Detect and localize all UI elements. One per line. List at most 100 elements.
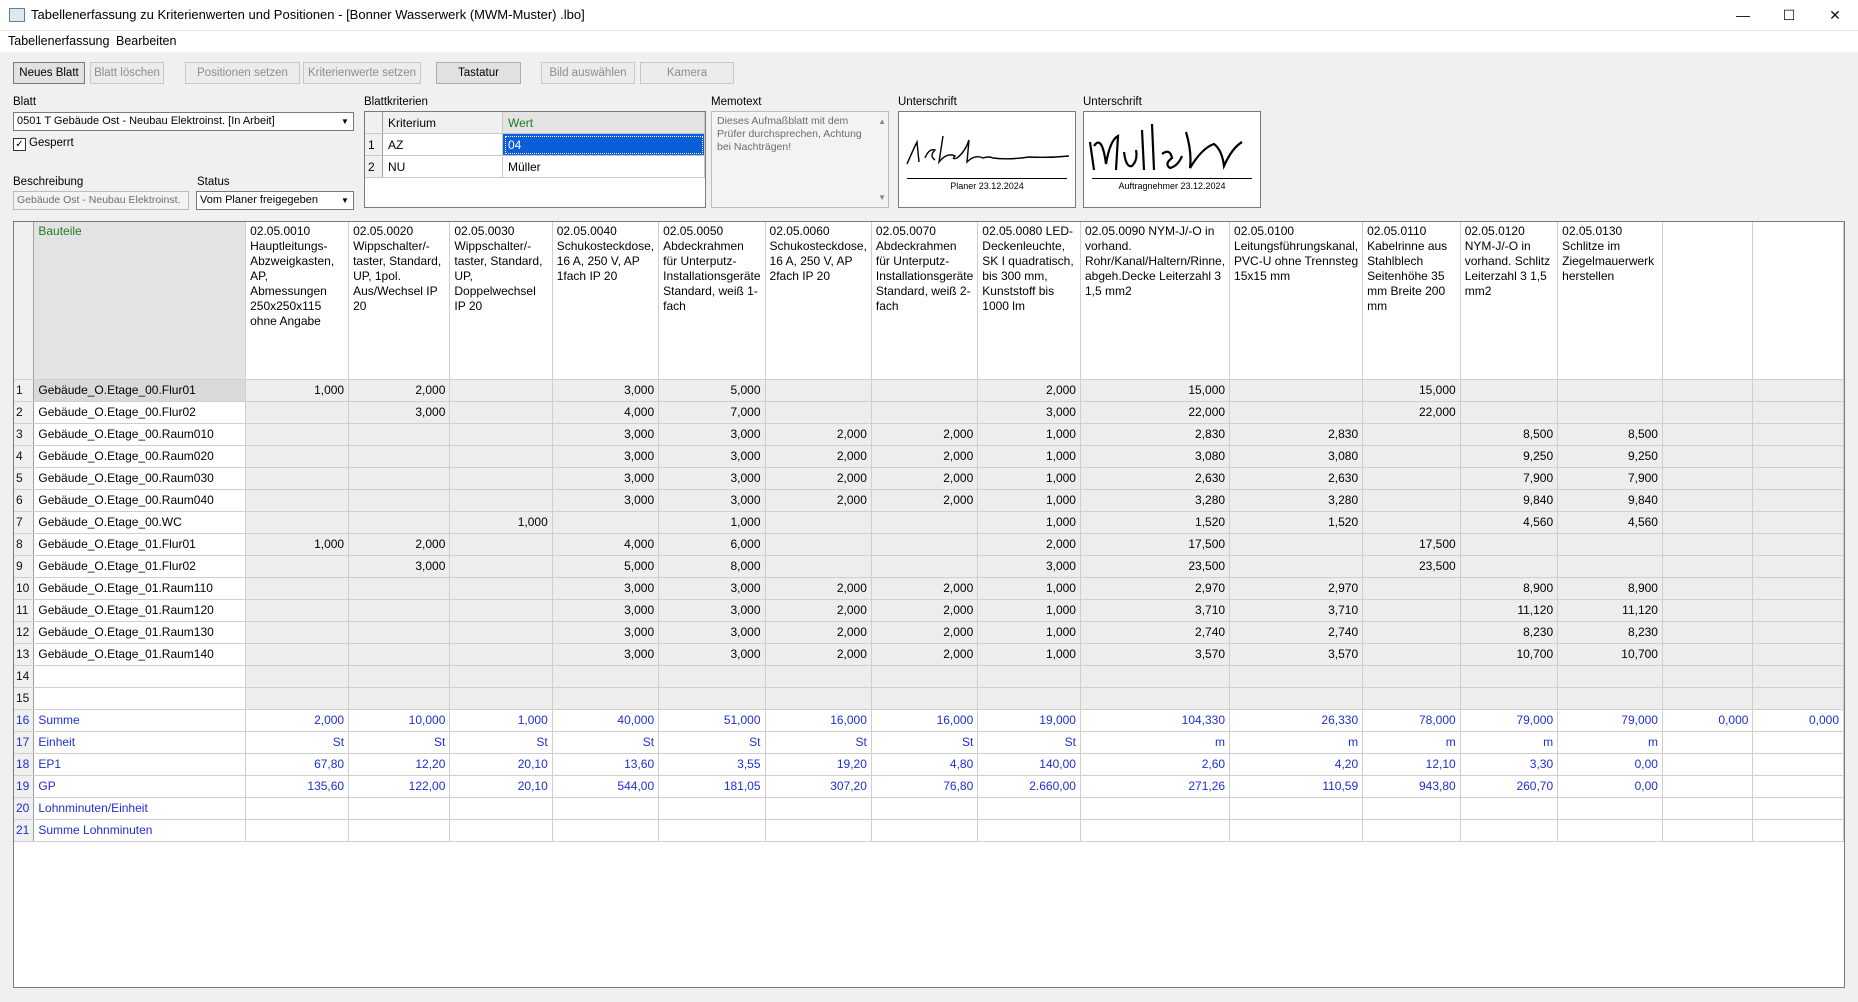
summary-cell[interactable]: 16,000: [871, 709, 979, 732]
quantity-cell[interactable]: 8,230: [1557, 621, 1663, 644]
criteria-row[interactable]: 1 AZ 04: [365, 134, 705, 156]
quantity-cell[interactable]: 2,000: [977, 533, 1081, 556]
column-header-position[interactable]: 02.05.0030 Wippschalter/-taster, Standar…: [449, 222, 553, 380]
quantity-cell[interactable]: [765, 555, 872, 578]
quantity-cell[interactable]: 8,000: [658, 555, 766, 578]
quantity-cell[interactable]: [348, 511, 451, 534]
table-row[interactable]: 8 Gebäude_O.Etage_01.Flur01 1,000 2,000 4,00…: [14, 533, 1844, 556]
summary-cell[interactable]: [1662, 797, 1754, 820]
summary-cell[interactable]: St: [449, 731, 553, 754]
summary-cell[interactable]: St: [245, 731, 350, 754]
quantity-cell[interactable]: [245, 577, 350, 600]
quantity-cell[interactable]: 3,000: [977, 401, 1081, 424]
quantity-cell[interactable]: [348, 621, 451, 644]
quantity-cell[interactable]: 2,000: [348, 533, 451, 556]
summary-cell[interactable]: 10,000: [348, 709, 451, 732]
locked-checkbox[interactable]: ✓: [13, 138, 26, 151]
criteria-row[interactable]: 2 NU Müller: [365, 156, 705, 178]
quantity-cell[interactable]: [1557, 401, 1663, 424]
signature-box-contractor[interactable]: Auftragnehmer 23.12.2024: [1083, 111, 1261, 208]
quantity-cell[interactable]: [348, 643, 451, 666]
summary-cell[interactable]: [1080, 819, 1231, 842]
quantity-cell[interactable]: 2,000: [765, 489, 872, 512]
summary-cell[interactable]: 13,60: [552, 753, 660, 776]
quantity-cell[interactable]: [1460, 665, 1559, 688]
select-image-button[interactable]: Bild auswählen: [541, 62, 635, 84]
quantity-cell[interactable]: 2,740: [1080, 621, 1231, 644]
quantity-cell[interactable]: [245, 423, 350, 446]
quantity-cell[interactable]: 17,500: [1080, 533, 1231, 556]
summary-cell[interactable]: 12,10: [1362, 753, 1461, 776]
quantity-cell[interactable]: 3,570: [1229, 643, 1364, 666]
table-row[interactable]: 5 Gebäude_O.Etage_00.Raum030 3,000 3,000 2,0…: [14, 467, 1844, 490]
quantity-cell[interactable]: [449, 555, 553, 578]
summary-cell[interactable]: [245, 819, 350, 842]
quantity-cell[interactable]: [1752, 599, 1844, 622]
summary-cell[interactable]: [658, 797, 766, 820]
summary-cell[interactable]: [658, 819, 766, 842]
quantity-cell[interactable]: 3,280: [1080, 489, 1231, 512]
quantity-cell[interactable]: [1662, 379, 1754, 402]
quantity-cell[interactable]: 2,000: [765, 643, 872, 666]
table-row[interactable]: 4 Gebäude_O.Etage_00.Raum020 3,000 3,000 2,0…: [14, 445, 1844, 468]
quantity-cell[interactable]: 4,000: [552, 401, 660, 424]
quantity-cell[interactable]: [1229, 687, 1364, 710]
menu-bearbeiten[interactable]: Bearbeiten: [116, 34, 176, 48]
quantity-cell[interactable]: [348, 687, 451, 710]
quantity-cell[interactable]: [1080, 687, 1231, 710]
summary-cell[interactable]: [1362, 797, 1461, 820]
quantity-cell[interactable]: 11,120: [1460, 599, 1559, 622]
quantity-cell[interactable]: 3,000: [348, 555, 451, 578]
quantity-cell[interactable]: [1362, 445, 1461, 468]
summary-cell[interactable]: [348, 797, 451, 820]
quantity-cell[interactable]: 8,230: [1460, 621, 1559, 644]
quantity-cell[interactable]: [552, 665, 660, 688]
quantity-cell[interactable]: 3,000: [552, 489, 660, 512]
quantity-cell[interactable]: 3,000: [658, 599, 766, 622]
quantity-cell[interactable]: [1752, 643, 1844, 666]
summary-cell[interactable]: m: [1460, 731, 1559, 754]
quantity-cell[interactable]: [1229, 665, 1364, 688]
quantity-cell[interactable]: [1229, 401, 1364, 424]
component-name[interactable]: [33, 665, 247, 688]
summary-cell[interactable]: 16,000: [765, 709, 872, 732]
summary-cell[interactable]: [1557, 797, 1663, 820]
quantity-cell[interactable]: 2,000: [871, 489, 979, 512]
summary-cell[interactable]: 3,55: [658, 753, 766, 776]
quantity-cell[interactable]: [1662, 445, 1754, 468]
quantity-cell[interactable]: 5,000: [658, 379, 766, 402]
quantity-cell[interactable]: 3,000: [552, 445, 660, 468]
quantity-cell[interactable]: 2,000: [871, 423, 979, 446]
quantity-cell[interactable]: [1362, 577, 1461, 600]
quantity-cell[interactable]: [1662, 599, 1754, 622]
summary-cell[interactable]: m: [1229, 731, 1364, 754]
quantity-cell[interactable]: 5,000: [552, 555, 660, 578]
column-header-position[interactable]: 02.05.0060 Schukosteckdose, 16 A, 250 V,…: [765, 222, 872, 380]
summary-cell[interactable]: 110,59: [1229, 775, 1364, 798]
quantity-cell[interactable]: [1557, 687, 1663, 710]
summary-cell[interactable]: m: [1557, 731, 1663, 754]
quantity-cell[interactable]: 2,970: [1229, 577, 1364, 600]
quantity-cell[interactable]: [1460, 687, 1559, 710]
quantity-cell[interactable]: 8,900: [1557, 577, 1663, 600]
quantity-cell[interactable]: 9,840: [1460, 489, 1559, 512]
quantity-cell[interactable]: 3,000: [552, 621, 660, 644]
quantity-cell[interactable]: 3,000: [658, 643, 766, 666]
quantity-cell[interactable]: [1460, 401, 1559, 424]
component-name[interactable]: Gebäude_O.Etage_00.Raum030: [33, 467, 247, 490]
summary-cell[interactable]: 2.660,00: [977, 775, 1081, 798]
summary-cell[interactable]: [1229, 797, 1364, 820]
quantity-cell[interactable]: 22,000: [1362, 401, 1461, 424]
quantity-cell[interactable]: [871, 379, 979, 402]
summary-cell[interactable]: 76,80: [871, 775, 979, 798]
quantity-cell[interactable]: 3,000: [552, 379, 660, 402]
column-header-position[interactable]: 02.05.0010 Hauptleitungs-Abzweigkasten, …: [245, 222, 350, 380]
quantity-cell[interactable]: [1229, 379, 1364, 402]
summary-cell[interactable]: m: [1080, 731, 1231, 754]
quantity-cell[interactable]: 3,000: [658, 467, 766, 490]
quantity-cell[interactable]: 1,000: [977, 489, 1081, 512]
quantity-cell[interactable]: 3,000: [658, 621, 766, 644]
quantity-cell[interactable]: [765, 511, 872, 534]
quantity-cell[interactable]: [348, 599, 451, 622]
quantity-cell[interactable]: 2,000: [871, 467, 979, 490]
